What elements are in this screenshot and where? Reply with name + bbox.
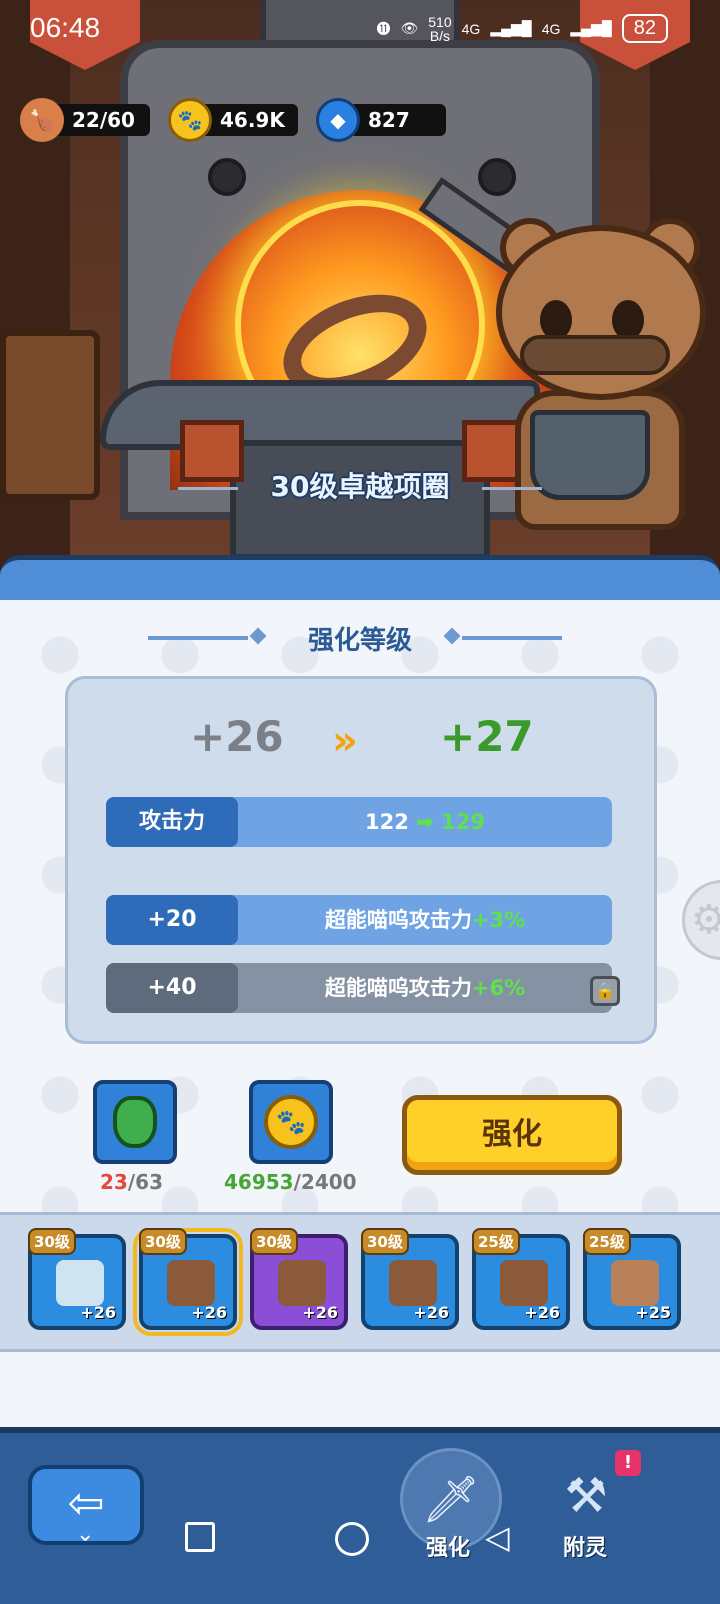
signal-bars-icon: ▂▄▆█ [490, 20, 532, 36]
equip-level: 30级 [361, 1228, 409, 1255]
bonus-value: +3% [471, 908, 526, 932]
tab-enhance-label: 强化 [426, 1536, 471, 1561]
recent-apps-button[interactable] [185, 1522, 215, 1552]
equip-level: 25级 [583, 1228, 631, 1255]
blacksmith-eye [540, 300, 572, 340]
section-title: 强化等级 [307, 626, 412, 656]
blacksmith-eye [612, 300, 644, 340]
sword-icon: 🗡 [421, 1472, 481, 1526]
net-speed-unit: B/s [429, 27, 451, 44]
bonus-row-20: +20 超能喵呜攻击力+3% [106, 895, 612, 945]
equipment-slot-fur-coat[interactable]: 30级 +26 [250, 1228, 348, 1330]
rivet-icon [478, 158, 516, 196]
section-divider-right [462, 636, 562, 640]
tab-spirit[interactable]: ⚒ [548, 1468, 624, 1534]
blacksmith-apron [530, 410, 650, 500]
stamina-counter[interactable]: 🍗 22/60 [20, 98, 150, 142]
stone-cost: 23/63 [100, 1170, 163, 1194]
data-saver-icon: ⓫ [376, 20, 391, 37]
rivet-icon [208, 158, 246, 196]
status-bar: 06:48 ⓫ 👁 510 B/s 4G ▂▄▆█ 4G ▂▄▆█ 82 [0, 0, 720, 70]
double-chevron-icon: » [332, 718, 358, 764]
equipment-slot-collar[interactable]: 30级 +26 [133, 1228, 243, 1336]
signal-4g-label: 4G [461, 20, 481, 37]
nav-hide-icon[interactable]: ⌄ [76, 1522, 94, 1547]
crown-icon [56, 1260, 104, 1306]
bonus-desc: 超能喵呜攻击力 [324, 908, 472, 932]
green-arrow-icon: ➡ [416, 810, 434, 834]
bonus-level: +40 [106, 963, 238, 1013]
magic-wand-icon: ⚒ [564, 1468, 608, 1524]
stat-row-attack: 攻击力 122 ➡ 129 [106, 797, 612, 847]
bonus-value: +6% [471, 976, 526, 1000]
enhance-button[interactable]: 强化 [402, 1095, 622, 1175]
boot-icon [611, 1260, 659, 1306]
fur-coat-icon [278, 1260, 326, 1306]
coin-cost: 46953/2400 [224, 1170, 357, 1194]
clock: 06:48 [30, 12, 101, 43]
bonus-desc: 超能喵呜攻击力 [324, 976, 472, 1000]
drumstick-icon: 🍗 [20, 98, 64, 142]
bonus-text: 超能喵呜攻击力+6% [238, 963, 612, 1013]
stat-label: 攻击力 [106, 797, 238, 847]
stat-change: 122 ➡ 129 [238, 797, 612, 847]
bonus-level: +20 [106, 895, 238, 945]
equipment-slot-leather-coat[interactable]: 25级 +26 [472, 1228, 570, 1330]
equip-level: 30级 [139, 1228, 187, 1255]
level-to: +27 [440, 712, 534, 761]
panel-header [0, 555, 720, 605]
back-triangle-icon[interactable]: ◁ [485, 1518, 510, 1556]
eye-comfort-icon: 👁 [400, 20, 419, 36]
signal-4g-label-2: 4G [541, 20, 561, 37]
lower-pane [0, 1352, 720, 1427]
stat-from: 122 [365, 810, 409, 834]
equip-level: 25级 [472, 1228, 520, 1255]
net-speed: 510 B/s [428, 15, 451, 43]
gem-value: 827 [368, 108, 410, 132]
equip-plus: +26 [413, 1303, 449, 1322]
alert-badge: ! [615, 1450, 641, 1476]
leather-coat-icon [500, 1260, 548, 1306]
equip-level: 30级 [250, 1228, 298, 1255]
coin-counter: 🐾 46.9K [168, 98, 298, 142]
coin-have: 46953 [224, 1170, 294, 1194]
equip-plus: +25 [635, 1303, 671, 1322]
equip-plus: +26 [524, 1303, 560, 1322]
home-button[interactable] [335, 1522, 369, 1556]
collar-icon [167, 1260, 215, 1306]
battery-indicator: 82 [621, 14, 668, 43]
coin-need: /2400 [293, 1170, 357, 1194]
blue-gem-icon: ◆ [316, 98, 360, 142]
level-from: +26 [190, 712, 284, 761]
lock-icon: 🔒 [590, 976, 620, 1006]
equipment-slot-fur-glove[interactable]: 30级 +26 [361, 1228, 459, 1330]
blacksmith-mustache [520, 335, 670, 375]
equip-plus: +26 [302, 1303, 338, 1322]
signal-bars-icon: ▂▄▆█ [570, 20, 612, 36]
forge-scene: 30级卓越项圈 [0, 0, 720, 570]
stone-have: 23 [100, 1170, 128, 1194]
equipment-slot-crown[interactable]: 30级 +26 [28, 1228, 126, 1330]
bonus-row-40: +40 超能喵呜攻击力+6% [106, 963, 612, 1013]
fur-glove-icon [389, 1260, 437, 1306]
equip-level: 30级 [28, 1228, 76, 1255]
water-barrel [0, 330, 100, 500]
status-icons: ⓫ 👁 510 B/s 4G ▂▄▆█ 4G ▂▄▆█ 82 [376, 14, 668, 43]
equip-plus: +26 [191, 1303, 227, 1322]
coin-value: 46.9K [220, 108, 285, 132]
equipment-slot-boot[interactable]: 25级 +25 [583, 1228, 681, 1330]
tab-spirit-label: 附灵 [563, 1536, 608, 1561]
equip-plus: +26 [80, 1303, 116, 1322]
paw-coin-icon: 🐾 [168, 98, 212, 142]
paw-coin-icon: 🐾 [264, 1095, 318, 1149]
green-stone-icon [113, 1096, 157, 1148]
item-title: 30级卓越项圈 [270, 470, 450, 503]
gem-counter: ◆ 827 [316, 98, 446, 142]
material-slot-stone[interactable] [93, 1080, 177, 1164]
bonus-text: 超能喵呜攻击力+3% [238, 895, 612, 945]
stone-need: /63 [127, 1170, 163, 1194]
material-slot-coin[interactable]: 🐾 [249, 1080, 333, 1164]
stamina-value: 22/60 [72, 108, 135, 132]
stat-to: 129 [441, 810, 485, 834]
